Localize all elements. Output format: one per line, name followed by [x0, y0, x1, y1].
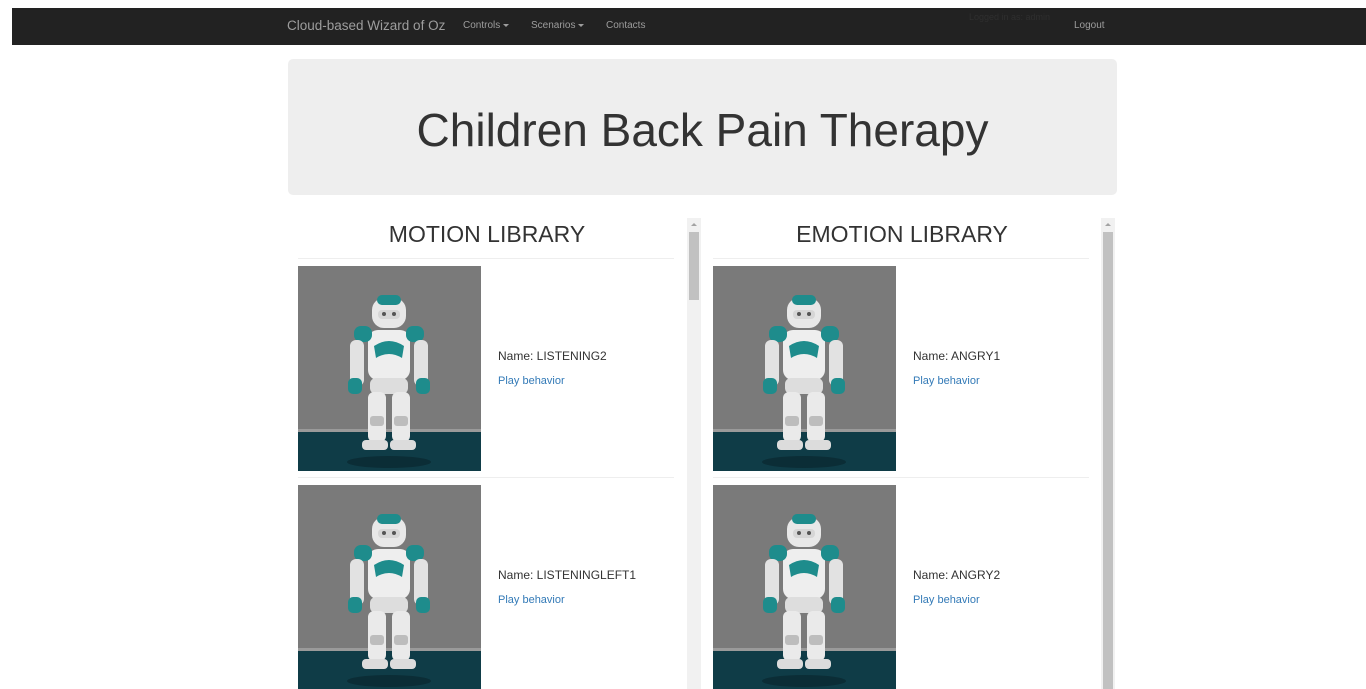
emotion-library-scrollbar[interactable] [1101, 218, 1115, 689]
logout-link[interactable]: Logout [1074, 20, 1105, 31]
behavior-name: Name: LISTENING2 [498, 349, 607, 363]
list-item: Name: LISTENINGLEFT1 Play behavior [298, 485, 678, 689]
behavior-name: Name: ANGRY2 [913, 568, 1001, 582]
robot-photo-angry1 [713, 266, 896, 471]
scrollbar-thumb[interactable] [689, 232, 699, 300]
navbar-brand[interactable]: Cloud-based Wizard of Oz [287, 18, 445, 33]
divider [298, 477, 674, 478]
robot-photo-angry2 [713, 485, 896, 689]
play-behavior-link[interactable]: Play behavior [913, 375, 980, 387]
jumbotron: Children Back Pain Therapy [288, 59, 1117, 195]
motion-library-panel[interactable]: MOTION LIBRARY Name: LISTENING2 Play beh… [296, 218, 702, 689]
divider [298, 258, 674, 259]
top-navbar: Cloud-based Wizard of Oz Controls Scenar… [12, 8, 1366, 45]
emotion-library-title: EMOTION LIBRARY [796, 221, 1008, 247]
behavior-name: Name: ANGRY1 [913, 349, 1001, 363]
list-item: Name: ANGRY1 Play behavior [713, 266, 1093, 471]
nav-controls-label: Controls [463, 20, 501, 31]
emotion-library-panel[interactable]: EMOTION LIBRARY Name: ANGRY1 Play behavi… [711, 218, 1117, 689]
nav-scenarios-dropdown[interactable]: Scenarios [531, 20, 585, 31]
caret-down-icon [578, 24, 585, 27]
robot-photo-listeningleft1 [298, 485, 481, 689]
play-behavior-link[interactable]: Play behavior [498, 594, 565, 606]
scroll-up-arrow-icon[interactable] [691, 223, 697, 226]
scrollbar-thumb[interactable] [1103, 232, 1113, 689]
play-behavior-link[interactable]: Play behavior [913, 594, 980, 606]
list-item: Name: ANGRY2 Play behavior [713, 485, 1093, 689]
scroll-up-arrow-icon[interactable] [1105, 223, 1111, 226]
motion-library-scrollbar[interactable] [687, 218, 701, 689]
play-behavior-link[interactable]: Play behavior [498, 375, 565, 387]
divider [713, 477, 1089, 478]
nav-controls-dropdown[interactable]: Controls [463, 20, 510, 31]
behavior-name: Name: LISTENINGLEFT1 [498, 568, 637, 582]
caret-down-icon [503, 24, 510, 27]
robot-photo-listening2 [298, 266, 481, 471]
page-title: Children Back Pain Therapy [416, 104, 989, 156]
nav-scenarios-label: Scenarios [531, 20, 576, 31]
logged-in-user-label: Logged in as: admin [969, 12, 1051, 22]
nav-contacts-label: Contacts [606, 20, 646, 31]
motion-library-title: MOTION LIBRARY [388, 221, 586, 247]
list-item: Name: LISTENING2 Play behavior [298, 266, 678, 471]
nav-contacts-link[interactable]: Contacts [606, 20, 645, 31]
divider [713, 258, 1089, 259]
